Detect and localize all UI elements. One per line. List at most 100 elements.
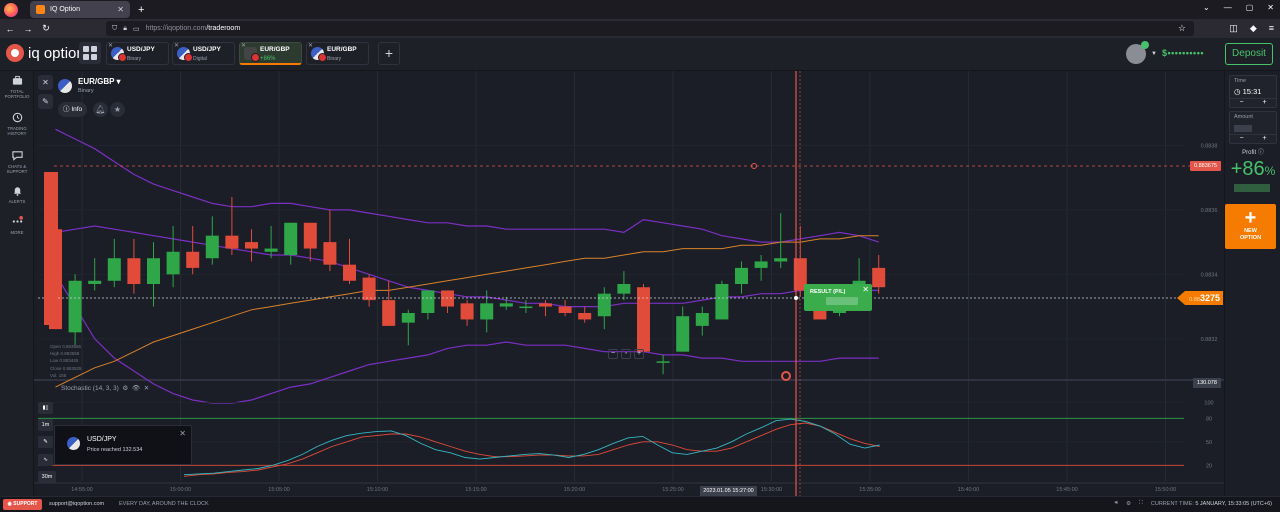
- result-pl-box[interactable]: RESULT (P/L) ✕: [804, 284, 872, 311]
- menu-icon[interactable]: ≡: [1269, 23, 1274, 34]
- amount-increase-button[interactable]: +: [1262, 135, 1266, 143]
- support-button[interactable]: ◉ SUPPORT: [3, 499, 42, 510]
- candle-up: [166, 251, 180, 275]
- result-label: RESULT (P/L): [810, 289, 846, 295]
- add-asset-tab-button[interactable]: +: [378, 42, 400, 65]
- zoom-out-button[interactable]: −: [608, 349, 618, 359]
- clock-history-icon: [12, 112, 22, 123]
- close-chart-button[interactable]: ✕: [38, 75, 53, 90]
- info-label: Info: [71, 106, 83, 113]
- time-tick-label: 15:30:00: [761, 487, 782, 493]
- layout-grid-button[interactable]: [79, 42, 101, 64]
- amount-selector[interactable]: Amount − +: [1229, 111, 1277, 144]
- fullscreen-icon[interactable]: ⛶: [1139, 500, 1143, 507]
- price-tick-label: 0.8836: [1201, 208, 1218, 214]
- timeframe-30m-button[interactable]: 30m: [38, 471, 56, 483]
- asset-pair-selector[interactable]: EUR/GBP ▾: [78, 77, 121, 86]
- trade-panel: Time ◷ 15:31 − + Amount − + Profit ⓘ +86% …: [1224, 71, 1280, 496]
- extensions-icon[interactable]: ◆: [1250, 23, 1257, 34]
- pocket-icon[interactable]: ◫: [1229, 23, 1238, 34]
- chart-type-button[interactable]: ▮▯: [38, 402, 53, 414]
- balance-display[interactable]: $••••••••••: [1162, 48, 1204, 58]
- profit-value-number: +86: [1230, 158, 1265, 180]
- sound-icon[interactable]: 🔊︎: [1115, 500, 1118, 507]
- lock-icon[interactable]: 🔒︎: [123, 25, 127, 33]
- support-label: SUPPORT: [13, 501, 38, 507]
- favorite-star-icon[interactable]: ★: [110, 102, 125, 117]
- asset-tab-eurgbp-active[interactable]: ✕ EUR/GBP +86%: [239, 42, 302, 65]
- close-tab-icon[interactable]: ✕: [117, 5, 124, 14]
- asset-tab-usdjpy-digital[interactable]: ✕ USD/JPY Digital: [172, 42, 235, 65]
- indicators-button[interactable]: ∿: [38, 454, 53, 466]
- briefcase-icon: [12, 75, 22, 85]
- amount-decrease-button[interactable]: −: [1239, 135, 1243, 143]
- crosshair-time-tag: 2023.01.05 15:27:00: [700, 486, 757, 496]
- chevron-down-icon[interactable]: ▼: [1151, 51, 1157, 57]
- more-dots-icon: [12, 216, 23, 223]
- price-alert-notification[interactable]: USD/JPY Price reached 132.534 ✕: [54, 425, 192, 465]
- chart-area[interactable]: 14:55:00 15:00:00 15:05:00 15:10:00 15:15:00…: [34, 71, 1224, 496]
- time-decrease-button[interactable]: −: [1239, 99, 1243, 107]
- sidebar-item-trading-history[interactable]: TRADING HISTORY: [0, 112, 34, 136]
- current-price-tag: 0.883275: [1177, 291, 1223, 305]
- time-selector[interactable]: Time ◷ 15:31 − +: [1229, 75, 1277, 108]
- sidebar-item-total-portfolio[interactable]: TOTAL PORTFOLIO: [0, 75, 34, 99]
- sidebar-item-more[interactable]: MORE: [0, 216, 34, 235]
- info-button[interactable]: ⓘ Info: [58, 102, 88, 117]
- alert-bell-icon[interactable]: 🔔︎: [93, 102, 108, 117]
- stochastic-label[interactable]: Stochastic (14, 3, 3) ⚙ 👁︎ ✕: [61, 384, 149, 392]
- bookmark-star-icon[interactable]: ☆: [1178, 23, 1186, 34]
- asset-tab-pair: EUR/GBP: [260, 46, 290, 53]
- asset-tab-usdjpy-binary[interactable]: ✕ USD/JPY Binary: [106, 42, 169, 65]
- candle-up: [499, 303, 513, 307]
- firefox-icon[interactable]: [4, 2, 18, 17]
- asset-tab-eurgbp-binary[interactable]: ✕ EUR/GBP Binary: [306, 42, 369, 65]
- timer-marker-inner: [783, 373, 789, 379]
- candle-down: [303, 222, 317, 249]
- reload-icon[interactable]: ↻: [38, 23, 54, 34]
- drawing-tools-icon[interactable]: ✎: [38, 94, 53, 109]
- url-bar[interactable]: ⛉ 🔒︎ ▭ https://iqoption.com /traderoom ☆: [106, 21, 1194, 36]
- new-option-button[interactable]: + NEW OPTION: [1225, 204, 1276, 249]
- deposit-button[interactable]: Deposit: [1225, 43, 1273, 65]
- support-email[interactable]: support@iqoption.com: [49, 501, 104, 507]
- settings-gear-icon[interactable]: ⚙: [1126, 501, 1131, 507]
- forward-icon[interactable]: →: [20, 24, 36, 34]
- shield-icon[interactable]: ⛉: [112, 25, 117, 33]
- maximize-icon[interactable]: ▢: [1246, 3, 1254, 12]
- partial-candle-left: [44, 172, 58, 325]
- zoom-in-button[interactable]: +: [634, 349, 644, 359]
- minimize-icon[interactable]: —: [1224, 3, 1232, 12]
- permissions-icon[interactable]: ▭: [133, 25, 140, 33]
- iqoption-logo[interactable]: iq option: [6, 44, 85, 62]
- sidebar-item-chats-support[interactable]: CHATS & SUPPORT: [0, 150, 34, 174]
- close-icon[interactable]: ✕: [179, 429, 186, 438]
- draw-tool-button[interactable]: ✎: [38, 436, 53, 448]
- chevron-down-icon[interactable]: ⌄: [1203, 3, 1210, 12]
- new-option-label-2: OPTION: [1239, 235, 1262, 241]
- close-window-icon[interactable]: ✕: [1267, 3, 1274, 12]
- stochastic-label-text: Stochastic (14, 3, 3): [61, 385, 119, 392]
- avatar[interactable]: [1126, 41, 1149, 64]
- current-time-value: 5 JANUARY, 15:33:05 (UTC+6): [1195, 500, 1272, 507]
- price-chart-svg[interactable]: 14:55:00 15:00:00 15:05:00 15:10:00 15:15:00…: [34, 71, 1224, 496]
- candle-down: [441, 290, 454, 307]
- sidebar-item-label: PORTFOLIO: [4, 94, 30, 99]
- time-tick-label: 15:15:00: [465, 487, 486, 493]
- timeframe-1m-button[interactable]: 1m: [38, 419, 53, 431]
- zoom-reset-button[interactable]: ◦: [621, 349, 631, 359]
- stochastic-tick-label: 100: [1204, 401, 1213, 407]
- new-tab-button[interactable]: +: [138, 4, 144, 16]
- sidebar-item-alerts[interactable]: ALERTS: [0, 185, 34, 204]
- time-tick-label: 15:40:00: [958, 487, 979, 493]
- time-tick-label: 15:00:00: [170, 487, 191, 493]
- time-value-text: 15:31: [1242, 87, 1262, 96]
- sidebar-item-label: ALERTS: [8, 199, 26, 204]
- chat-icon: [11, 151, 23, 161]
- back-icon[interactable]: ←: [2, 24, 18, 34]
- ohlc-readout: Open 0.883566 High 0.883558 Low 0.883445…: [50, 343, 82, 379]
- browser-tab[interactable]: IQ Option ✕: [30, 1, 130, 18]
- time-increase-button[interactable]: +: [1262, 99, 1266, 107]
- close-icon[interactable]: ✕: [862, 285, 869, 294]
- new-option-label-1: NEW: [1244, 228, 1257, 234]
